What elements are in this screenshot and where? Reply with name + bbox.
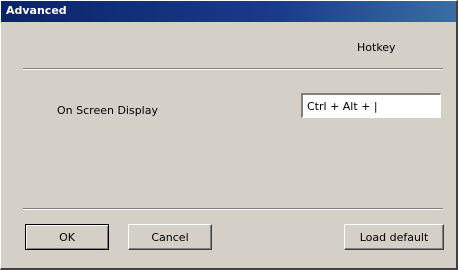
osd-label: On Screen Display [57,104,158,117]
window-title: Advanced [6,4,67,17]
title-bar[interactable]: Advanced [1,1,456,22]
cancel-button[interactable]: Cancel [128,224,212,250]
load-default-button[interactable]: Load default [344,224,444,250]
hotkey-column-header: Hotkey [357,41,396,54]
advanced-dialog: Advanced Hotkey On Screen Display OK Can… [0,0,458,270]
top-separator [23,68,443,70]
ok-button[interactable]: OK [25,224,109,250]
osd-hotkey-input[interactable] [301,93,441,118]
bottom-separator [23,208,443,210]
